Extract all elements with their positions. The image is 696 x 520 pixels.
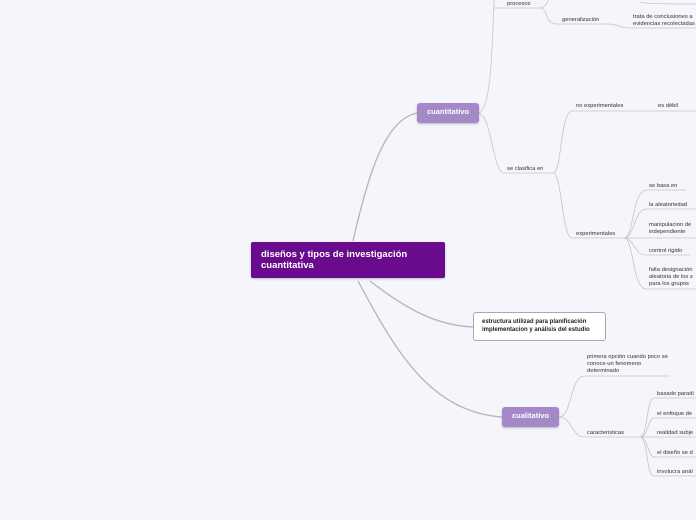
topic-estructura[interactable]: estructura utilizad para planificación i… [473, 312, 606, 341]
car-item-enfoque[interactable]: el enfoque de [657, 411, 692, 418]
car-item-involucra[interactable]: involucra anál [657, 469, 693, 476]
subtopic-experimentales[interactable]: experimentales [576, 231, 615, 238]
exp-item-control-rigido[interactable]: control rigido [649, 248, 682, 255]
subtopic-no-experimentales[interactable]: no experimentales [576, 103, 623, 110]
subtopic-caracteristicas[interactable]: caracteristicas [587, 430, 624, 437]
subtopic-primera-opcion[interactable]: primera opción cuando poco se conoce un … [587, 354, 669, 375]
subtopic-se-clasifica[interactable]: se clasifica en [507, 166, 543, 173]
subtopic-procesos[interactable]: procesos [507, 1, 531, 8]
root-topic[interactable]: diseños y tipos de investigación cuantit… [251, 242, 445, 278]
subtopic-generalizacion-detail[interactable]: trata de conclusiones a evidencias recol… [633, 14, 696, 28]
exp-item-aleatoriedad[interactable]: la aleatoriedad [649, 202, 687, 209]
connector-root-estructura [369, 280, 475, 328]
exp-item-falta-designacion[interactable]: falta designación aleatoria de los s par… [649, 267, 696, 288]
connector-root-cuantitativo [352, 112, 419, 242]
subtopic-es-debil[interactable]: es débil [658, 103, 678, 110]
car-item-diseno[interactable]: el diseño se d [657, 450, 693, 457]
connector-root-cualitativo [357, 280, 503, 418]
topic-cualitativo[interactable]: cualitativo [502, 407, 559, 427]
exp-item-manipulacion[interactable]: manipulacion de independiente [649, 222, 696, 236]
car-item-basado[interactable]: basado paradi [657, 391, 694, 398]
exp-item-se-basa-en[interactable]: se basa en [649, 183, 677, 190]
topic-cuantitativo[interactable]: cuantitativo [417, 103, 479, 123]
subtopic-generalizacion[interactable]: generalización [562, 17, 599, 24]
car-item-realidad[interactable]: realidad subje [657, 430, 693, 437]
